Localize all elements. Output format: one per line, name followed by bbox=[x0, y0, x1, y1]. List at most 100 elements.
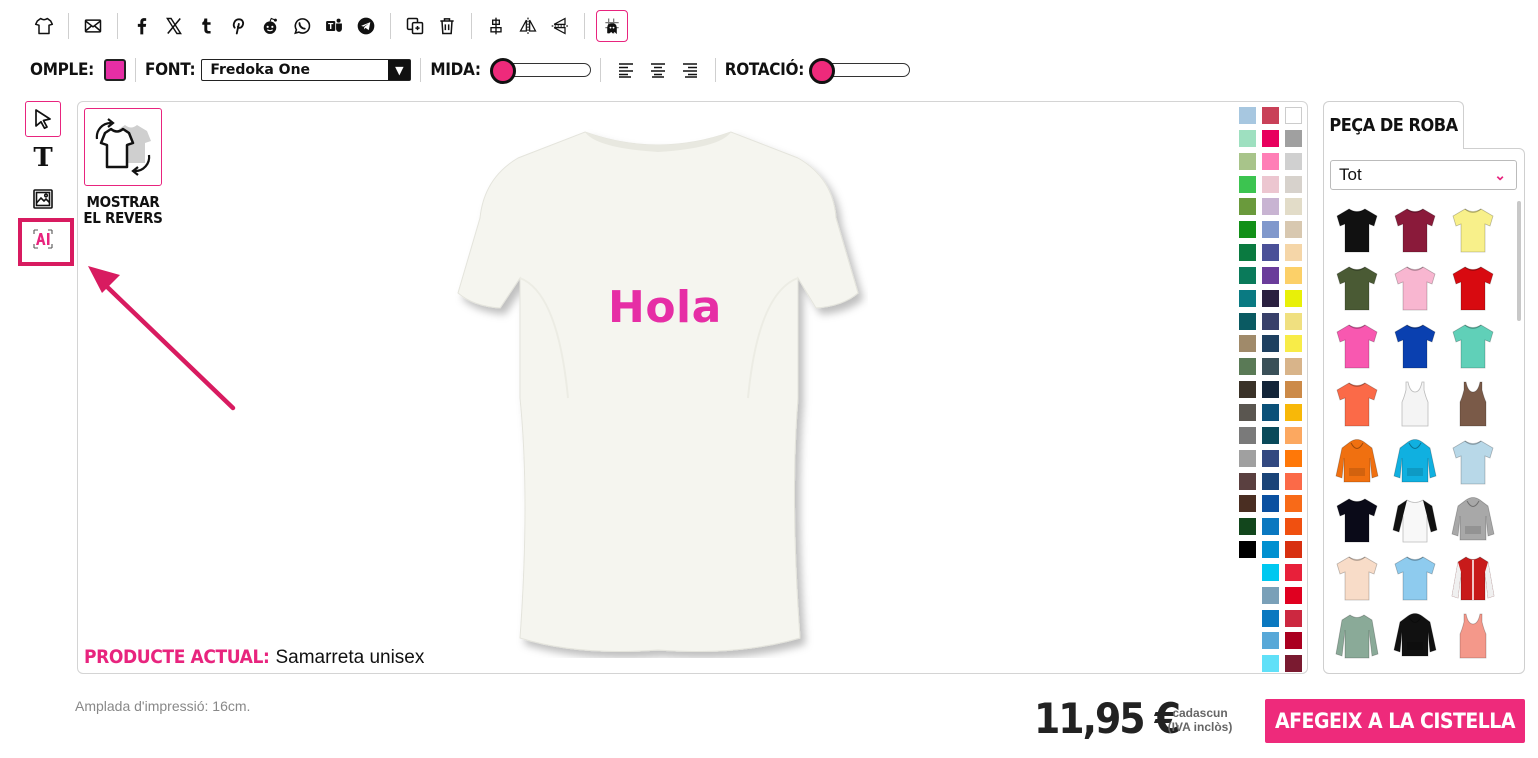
color-swatch[interactable] bbox=[1262, 312, 1279, 330]
garment-fuchsia-women-tshirt[interactable] bbox=[1328, 317, 1386, 375]
clothing-filter-select[interactable]: Tot ⌄ bbox=[1330, 160, 1517, 190]
garment-peach-tshirt[interactable] bbox=[1328, 549, 1386, 607]
show-back-button[interactable] bbox=[84, 108, 162, 186]
color-swatch[interactable] bbox=[1285, 495, 1302, 513]
garment-salmon-tank-top[interactable] bbox=[1444, 607, 1502, 665]
color-swatch[interactable] bbox=[1285, 632, 1302, 650]
color-swatch[interactable] bbox=[1262, 358, 1279, 376]
color-swatch[interactable] bbox=[1239, 541, 1256, 559]
color-swatch[interactable] bbox=[1285, 152, 1302, 170]
select-tool[interactable] bbox=[25, 101, 61, 137]
color-swatch[interactable] bbox=[1262, 244, 1279, 262]
color-swatch[interactable] bbox=[1239, 426, 1256, 444]
color-swatch[interactable] bbox=[1239, 289, 1256, 307]
color-swatch[interactable] bbox=[1262, 266, 1279, 284]
rotation-slider-handle[interactable] bbox=[809, 58, 836, 84]
garment-red-tshirt[interactable] bbox=[1444, 259, 1502, 317]
color-swatch[interactable] bbox=[1262, 335, 1279, 353]
color-swatch[interactable] bbox=[1262, 609, 1279, 627]
panel-scrollbar[interactable] bbox=[1517, 201, 1521, 321]
pinterest-icon[interactable] bbox=[225, 13, 251, 39]
garment-olive-tshirt[interactable] bbox=[1328, 259, 1386, 317]
color-swatch[interactable] bbox=[1285, 426, 1302, 444]
telegram-icon[interactable] bbox=[353, 13, 379, 39]
flip-horizontal-icon[interactable] bbox=[515, 13, 541, 39]
size-slider-handle[interactable] bbox=[489, 58, 516, 84]
color-swatch[interactable] bbox=[1262, 221, 1279, 239]
color-swatch[interactable] bbox=[1285, 107, 1302, 124]
color-swatch[interactable] bbox=[1262, 129, 1279, 147]
color-swatch[interactable] bbox=[1239, 449, 1256, 467]
color-swatch[interactable] bbox=[1285, 312, 1302, 330]
add-to-cart-button[interactable]: AFEGEIX A LA CISTELLA bbox=[1265, 699, 1525, 743]
color-swatch[interactable] bbox=[1285, 403, 1302, 421]
garment-black-tshirt-2[interactable] bbox=[1328, 491, 1386, 549]
align-right-icon[interactable] bbox=[677, 58, 703, 82]
garment-sage-longsleeve[interactable] bbox=[1328, 607, 1386, 665]
color-swatch[interactable] bbox=[1285, 609, 1302, 627]
color-swatch[interactable] bbox=[1239, 244, 1256, 262]
garment-raglan-tshirt[interactable] bbox=[1386, 491, 1444, 549]
design-text[interactable]: Hola bbox=[608, 282, 722, 333]
color-swatch[interactable] bbox=[1239, 221, 1256, 239]
garment-orange-hoodie[interactable] bbox=[1328, 433, 1386, 491]
color-swatch[interactable] bbox=[1239, 381, 1256, 399]
color-swatch[interactable] bbox=[1285, 335, 1302, 353]
duplicate-icon[interactable] bbox=[402, 13, 428, 39]
color-swatch[interactable] bbox=[1239, 358, 1256, 376]
color-swatch[interactable] bbox=[1262, 175, 1279, 193]
color-swatch[interactable] bbox=[1285, 563, 1302, 581]
color-swatch[interactable] bbox=[1239, 312, 1256, 330]
color-swatch[interactable] bbox=[1262, 655, 1279, 673]
color-swatch[interactable] bbox=[1239, 198, 1256, 216]
color-swatch[interactable] bbox=[1262, 198, 1279, 216]
x-icon[interactable] bbox=[161, 13, 187, 39]
color-swatch[interactable] bbox=[1262, 152, 1279, 170]
color-swatch[interactable] bbox=[1262, 495, 1279, 513]
color-swatch[interactable] bbox=[1285, 472, 1302, 490]
color-swatch[interactable] bbox=[1262, 586, 1279, 604]
size-slider[interactable] bbox=[489, 58, 591, 84]
garment-black-orange-hoodie[interactable] bbox=[1386, 607, 1444, 665]
align-center-text-icon[interactable] bbox=[645, 58, 671, 82]
garment-brown-tank-top[interactable] bbox=[1444, 375, 1502, 433]
color-swatch[interactable] bbox=[1239, 175, 1256, 193]
color-swatch[interactable] bbox=[1262, 403, 1279, 421]
color-swatch[interactable] bbox=[1239, 152, 1256, 170]
garment-pink-women-tshirt[interactable] bbox=[1386, 259, 1444, 317]
color-swatch[interactable] bbox=[1285, 244, 1302, 262]
color-swatch[interactable] bbox=[1262, 541, 1279, 559]
garment-cyan-hoodie[interactable] bbox=[1386, 433, 1444, 491]
color-swatch[interactable] bbox=[1239, 266, 1256, 284]
garment-black-tshirt[interactable] bbox=[1328, 201, 1386, 259]
color-swatch[interactable] bbox=[1239, 403, 1256, 421]
color-swatch[interactable] bbox=[1285, 586, 1302, 604]
color-swatch[interactable] bbox=[1262, 472, 1279, 490]
text-tool[interactable]: T bbox=[25, 140, 61, 176]
color-swatch[interactable] bbox=[1285, 449, 1302, 467]
color-swatch[interactable] bbox=[1262, 289, 1279, 307]
garment-sky-gradient-tshirt[interactable] bbox=[1386, 549, 1444, 607]
fill-color-button[interactable] bbox=[103, 59, 126, 81]
color-swatch[interactable] bbox=[1262, 632, 1279, 650]
garment-yellow-tshirt[interactable] bbox=[1444, 201, 1502, 259]
color-swatch[interactable] bbox=[1262, 381, 1279, 399]
tab-clothing[interactable]: PEÇA DE ROBA bbox=[1323, 101, 1464, 149]
color-swatch[interactable] bbox=[1262, 426, 1279, 444]
tshirt-icon[interactable] bbox=[31, 13, 57, 39]
color-swatch[interactable] bbox=[1239, 335, 1256, 353]
image-tool[interactable] bbox=[25, 181, 61, 217]
garment-white-tank-top[interactable] bbox=[1386, 375, 1444, 433]
garment-royal-blue-tshirt[interactable] bbox=[1386, 317, 1444, 375]
garment-varsity-jacket[interactable] bbox=[1444, 549, 1502, 607]
reddit-icon[interactable] bbox=[257, 13, 283, 39]
garment-burgundy-tshirt[interactable] bbox=[1386, 201, 1444, 259]
garment-coral-tshirt[interactable] bbox=[1328, 375, 1386, 433]
color-swatch[interactable] bbox=[1239, 107, 1256, 124]
grid-guide-icon[interactable] bbox=[596, 10, 628, 42]
color-swatch[interactable] bbox=[1285, 175, 1302, 193]
trash-icon[interactable] bbox=[434, 13, 460, 39]
color-swatch[interactable] bbox=[1285, 518, 1302, 536]
color-swatch[interactable] bbox=[1285, 129, 1302, 147]
align-center-icon[interactable] bbox=[483, 13, 509, 39]
